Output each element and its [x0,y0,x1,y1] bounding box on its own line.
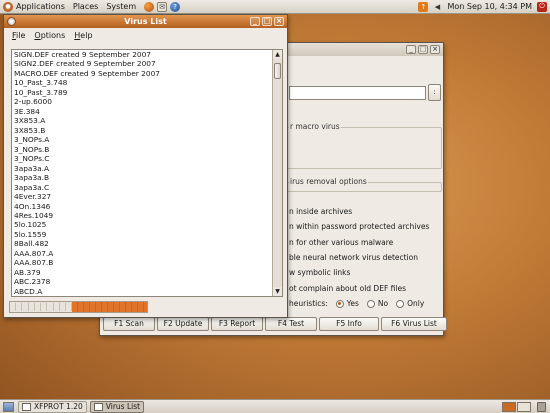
menu-applications[interactable]: Applications [16,2,65,11]
list-item[interactable]: 3_NOPs.B [14,145,269,154]
list-item[interactable]: 8Ball.482 [14,239,269,248]
update-notifier-icon[interactable]: ↑ [418,1,429,12]
option-symbolic-links[interactable]: w symbolic links [289,268,350,277]
list-item[interactable]: AB.379 [14,268,269,277]
option-neural-network[interactable]: ble neural network virus detection [289,253,418,262]
virus-list-button[interactable]: F6 Virus List [381,317,447,331]
list-item[interactable]: 10_Past_3.789 [14,88,269,97]
scan-button[interactable]: F1 Scan [103,317,155,331]
list-item[interactable]: 3E.384 [14,107,269,116]
list-item[interactable]: 3_NOPs.A [14,135,269,144]
heuristics-only-label[interactable]: Only [407,299,424,308]
list-item[interactable]: 5lo.1025 [14,220,269,229]
workspace-1[interactable] [502,401,516,412]
minimize-icon[interactable]: _ [250,17,260,26]
list-item[interactable]: 3X853.A [14,116,269,125]
list-item[interactable]: ABCD.A [14,287,269,296]
menu-system[interactable]: System [106,2,136,11]
list-item[interactable]: SIGN2.DEF created 9 September 2007 [14,59,269,68]
list-item[interactable]: 4Res.1049 [14,211,269,220]
virus-list-menubar: File Options Help [4,28,287,42]
clock[interactable]: Mon Sep 10, 4:34 PM [447,2,532,11]
virus-list-items: SIGN.DEF created 9 September 2007 SIGN2.D… [14,50,269,296]
heuristics-only-radio[interactable] [396,299,405,308]
window-icon [22,402,31,411]
heuristics-row: heuristics: Yes No Only [289,299,424,308]
task-virus-list-label: Virus List [105,402,141,411]
list-item[interactable]: 3apa3a.B [14,173,269,182]
browse-button[interactable]: : [428,84,441,101]
load-progress-bar [9,301,148,313]
list-item[interactable]: 3_NOPs.C [14,154,269,163]
update-button[interactable]: F2 Update [157,317,209,331]
trash-icon[interactable] [537,401,546,412]
close-icon[interactable]: × [274,17,284,26]
heuristics-yes-label[interactable]: Yes [347,299,359,308]
option-other-malware[interactable]: n for other various malware [289,238,393,247]
virus-list-box[interactable]: SIGN.DEF created 9 September 2007 SIGN2.D… [11,49,283,297]
menu-places[interactable]: Places [73,2,98,11]
test-button[interactable]: F4 Test [265,317,317,331]
virus-list-scrollbar[interactable]: ▲ ▼ [272,50,282,296]
panel-tray: ↑ ◀ Mon Sep 10, 4:34 PM ⏻ [414,1,547,12]
top-panel: ● Applications Places System ✉ ? ↑ ◀ Mon… [0,0,550,14]
volume-icon[interactable]: ◀ [432,2,442,12]
mail-launcher-icon[interactable]: ✉ [157,1,168,12]
scroll-thumb[interactable] [274,63,281,80]
power-icon[interactable]: ⏻ [537,1,547,12]
task-xfprot-label: XFPROT 1.20 [34,402,83,411]
report-button[interactable]: F3 Report [211,317,263,331]
task-xfprot[interactable]: XFPROT 1.20 [18,400,87,413]
ubuntu-logo-icon[interactable]: ● [3,1,13,12]
menu-file[interactable]: File [12,31,25,40]
menu-options[interactable]: Options [34,31,65,40]
list-item[interactable]: MACRO.DEF created 9 September 2007 [14,69,269,78]
list-item[interactable]: 4Ever.327 [14,192,269,201]
virus-list-window: Virus List _ □ × File Options Help SIGN.… [3,14,288,318]
function-button-bar: F1 Scan F2 Update F3 Report F4 Test F5 I… [103,317,449,331]
maximize-icon[interactable]: □ [418,45,428,54]
heuristics-no-label[interactable]: No [378,299,388,308]
removal-frame-label: irus removal options [289,177,368,186]
bottom-panel: XFPROT 1.20 Virus List [0,399,550,413]
maximize-icon[interactable]: □ [262,17,272,26]
workspace-2[interactable] [517,401,531,412]
menu-help[interactable]: Help [74,31,92,40]
firefox-launcher-icon[interactable] [144,1,155,12]
list-item[interactable]: 3apa3a.A [14,164,269,173]
virus-list-titlebar[interactable]: Virus List _ □ × [4,15,287,28]
minimize-icon[interactable]: _ [406,45,416,54]
option-scan-archives[interactable]: n inside archives [289,207,352,216]
list-item[interactable]: ABC.2378 [14,277,269,286]
list-item[interactable]: 2-up.6000 [14,97,269,106]
scan-path-input[interactable] [289,86,426,100]
app-icon [7,17,16,26]
show-desktop-icon[interactable] [3,401,14,412]
list-item[interactable]: AAA.807.B [14,258,269,267]
list-item[interactable]: 5lo.1559 [14,230,269,239]
virus-list-title: Virus List [124,17,167,26]
list-item[interactable]: 10_Past_3.748 [14,78,269,87]
progress-fill [71,302,147,312]
list-item[interactable]: SIGN.DEF created 9 September 2007 [14,50,269,59]
heuristics-label: heuristics: [289,299,328,308]
macro-frame [286,127,442,169]
list-item[interactable]: 3apa3a.C [14,183,269,192]
scroll-down-icon[interactable]: ▼ [273,287,282,296]
list-item[interactable]: 4On.1346 [14,202,269,211]
list-item[interactable]: 3X853.B [14,126,269,135]
workspace-area [501,401,550,412]
info-button[interactable]: F5 Info [319,317,379,331]
macro-frame-label: r macro virus [289,122,341,131]
scroll-up-icon[interactable]: ▲ [273,50,282,59]
close-icon[interactable]: × [430,45,440,54]
heuristics-no-radio[interactable] [366,299,375,308]
option-old-def-files[interactable]: ot complain about old DEF files [289,284,406,293]
window-icon [93,402,103,411]
task-virus-list[interactable]: Virus List [89,400,145,413]
help-launcher-icon[interactable]: ? [170,1,181,12]
list-item[interactable]: AAA.807.A [14,249,269,258]
option-password-archives[interactable]: n within password protected archives [289,222,429,231]
heuristics-yes-radio[interactable] [335,299,344,308]
